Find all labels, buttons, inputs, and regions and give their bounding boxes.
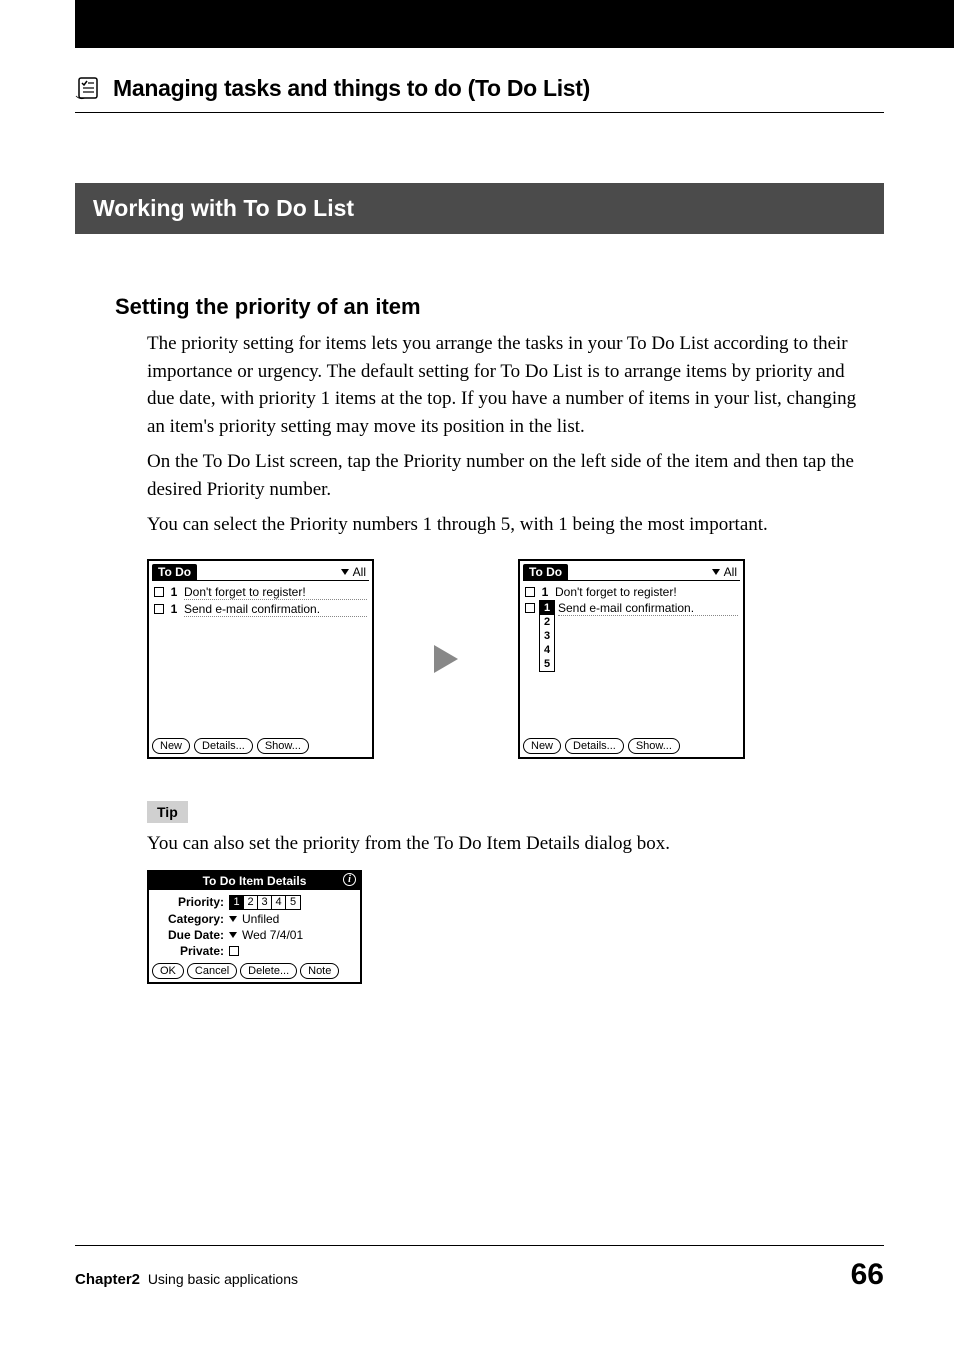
priority-number[interactable]: 1	[169, 585, 179, 599]
duedate-label: Due Date:	[154, 928, 224, 942]
dialog-title: To Do Item Details i	[149, 872, 360, 890]
priority-number[interactable]: 1	[169, 602, 179, 616]
priority-option[interactable]: 1	[540, 601, 554, 615]
info-icon[interactable]: i	[343, 873, 356, 886]
private-checkbox[interactable]	[229, 946, 239, 956]
checkbox-icon[interactable]	[154, 587, 164, 597]
show-button[interactable]: Show...	[257, 738, 309, 754]
priority-option[interactable]: 3	[258, 896, 272, 909]
dropdown-icon[interactable]	[229, 932, 237, 938]
priority-popup[interactable]: 1 2 3 4 5	[539, 600, 555, 672]
cancel-button[interactable]: Cancel	[187, 963, 237, 979]
palm-title-tab: To Do	[152, 564, 197, 581]
priority-option[interactable]: 4	[540, 643, 554, 657]
tip-text: You can also set the priority from the T…	[147, 833, 884, 855]
todo-row[interactable]: 1 Don't forget to register!	[525, 584, 738, 600]
dropdown-icon	[341, 569, 349, 575]
sub-heading: Setting the priority of an item	[115, 294, 884, 320]
ok-button[interactable]: OK	[152, 963, 184, 979]
palm-screen-before: To Do All 1 Don't forget to register! 1 …	[147, 559, 374, 759]
priority-option[interactable]: 2	[540, 615, 554, 629]
priority-selector[interactable]: 1 2 3 4 5	[229, 895, 301, 910]
tip-label: Tip	[147, 801, 188, 823]
priority-option[interactable]: 2	[244, 896, 258, 909]
new-button[interactable]: New	[152, 738, 190, 754]
page-number: 66	[851, 1258, 884, 1292]
note-button[interactable]: Note	[300, 963, 339, 979]
delete-button[interactable]: Delete...	[240, 963, 297, 979]
checkbox-icon[interactable]	[525, 603, 535, 613]
todo-row[interactable]: 1 Don't forget to register!	[154, 584, 367, 601]
todo-text[interactable]: Don't forget to register!	[184, 585, 367, 600]
body-paragraph-1: The priority setting for items lets you …	[147, 330, 874, 440]
palm-title-tab: To Do	[523, 564, 568, 581]
category-label: All	[724, 565, 737, 579]
page-title: Managing tasks and things to do (To Do L…	[113, 75, 590, 102]
show-button[interactable]: Show...	[628, 738, 680, 754]
priority-label: Priority:	[154, 895, 224, 909]
palm-screen-after: To Do All 1 Don't forget to register! 1	[518, 559, 745, 759]
checkbox-icon[interactable]	[525, 587, 535, 597]
todo-row[interactable]: 1 Send e-mail confirmation.	[154, 601, 367, 618]
duedate-value[interactable]: Wed 7/4/01	[242, 928, 303, 942]
dropdown-icon	[712, 569, 720, 575]
private-label: Private:	[154, 944, 224, 958]
footer-chapter: Chapter2 Using basic applications	[75, 1271, 298, 1288]
details-button[interactable]: Details...	[565, 738, 624, 754]
arrow-right-icon	[434, 645, 458, 673]
category-label: All	[353, 565, 366, 579]
section-heading: Working with To Do List	[75, 183, 884, 234]
details-button[interactable]: Details...	[194, 738, 253, 754]
todo-list-icon	[75, 74, 103, 102]
todo-text[interactable]: Don't forget to register!	[555, 585, 677, 599]
dropdown-icon[interactable]	[229, 916, 237, 922]
category-selector[interactable]: All	[709, 564, 740, 581]
todo-text[interactable]: Send e-mail confirmation.	[184, 602, 367, 617]
priority-option[interactable]: 1	[230, 896, 244, 909]
todo-row[interactable]: 1 2 3 4 5 Send e-mail confirmation.	[525, 600, 738, 617]
todo-item-details-dialog: To Do Item Details i Priority: 1 2 3 4 5…	[147, 870, 362, 984]
figures-row: To Do All 1 Don't forget to register! 1 …	[147, 559, 884, 759]
top-header-bar	[75, 0, 954, 48]
body-paragraph-3: You can select the Priority numbers 1 th…	[147, 511, 874, 539]
priority-option[interactable]: 3	[540, 629, 554, 643]
page-footer: Chapter2 Using basic applications 66	[75, 1245, 884, 1292]
category-value[interactable]: Unfiled	[242, 912, 279, 926]
priority-option[interactable]: 5	[540, 657, 554, 671]
priority-number[interactable]: 1	[540, 585, 550, 599]
category-selector[interactable]: All	[338, 564, 369, 581]
todo-text[interactable]: Send e-mail confirmation.	[558, 601, 738, 616]
body-paragraph-2: On the To Do List screen, tap the Priori…	[147, 448, 874, 503]
priority-option[interactable]: 4	[272, 896, 286, 909]
new-button[interactable]: New	[523, 738, 561, 754]
checkbox-icon[interactable]	[154, 604, 164, 614]
priority-option[interactable]: 5	[286, 896, 300, 909]
page-title-row: Managing tasks and things to do (To Do L…	[75, 74, 884, 113]
category-label: Category:	[154, 912, 224, 926]
